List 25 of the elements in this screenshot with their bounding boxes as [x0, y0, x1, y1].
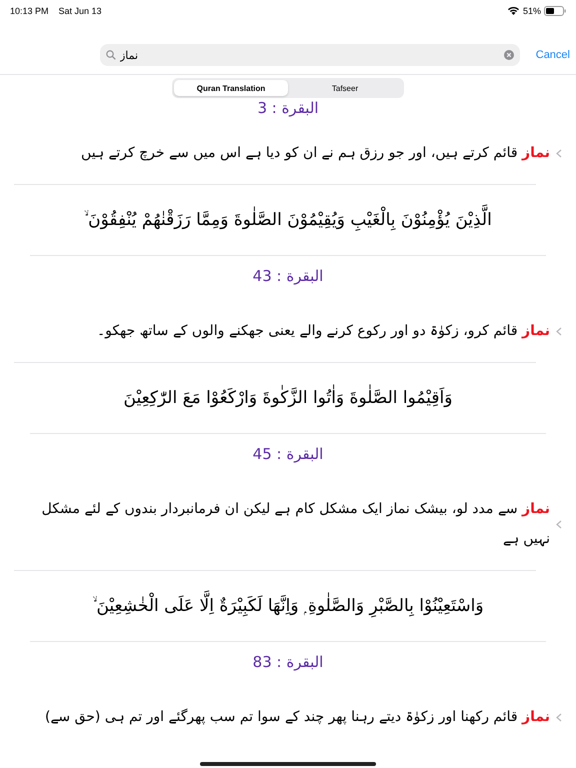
translation-text[interactable]: نماز قائم کرو، زکوٰۃ دو اور رکوع کرنے والے یعنی جھکنے والوں کے ساتھ جھکو۔ [14, 316, 550, 346]
status-date: Sat Jun 13 [58, 6, 102, 16]
chevron-icon [556, 520, 562, 528]
translation-text[interactable]: نماز سے مدد لو، بیشک نماز ایک مشکل کام ہے لیکن ان فرمانبردار بندوں کے لئے مشکل نہیں ہے [14, 494, 550, 554]
chevron-icon [556, 712, 562, 722]
verse-reference: البقرة : 45 [252, 444, 324, 464]
battery-icon [544, 6, 566, 16]
translation-text[interactable]: نماز قائم رکھنا اور زکوٰۃ دیتے رہنا پھر چند کے سوا تم سب پھرگئے اور تم ہی (حق سے) [14, 702, 550, 732]
arabic-verse: وَاَقِيْمُوا الصَّلٰوةَ وَاٰتُوا الزَّكٰوةَ وَارْكَعُوْا مَعَ الرّٰكِعِيْنَ [0, 363, 576, 433]
clear-icon[interactable] [504, 50, 514, 60]
translation-text[interactable]: نماز قائم کرتے ہیں، اور جو رزق ہم نے ان کو دیا ہے اس میں سے خرچ کرتے ہیں [14, 138, 550, 168]
chevron-icon [556, 326, 562, 336]
verse-reference: البقرة : 3 [257, 98, 319, 118]
arabic-verse: الَّذِيْنَ يُؤْمِنُوْنَ بِالْغَيْبِ وَيُقِيْمُوْنَ الصَّلٰوةَ وَمِمَّا رَزَقْنٰهُمْ يُنْفِقُوْنَ ۙ [0, 185, 576, 255]
verse-reference: البقرة : 83 [252, 652, 324, 672]
segment-tab[interactable]: Tafseer [288, 80, 402, 96]
status-time: 10:13 PM [10, 6, 49, 16]
wifi-icon [508, 7, 519, 15]
search-icon [106, 50, 116, 60]
cancel-button[interactable]: Cancel [536, 49, 570, 61]
arabic-verse: وَاسْتَعِيْنُوْا بِالصَّبْرِ وَالصَّلٰوةِ ۭ وَاِنَّهَا لَكَبِيْرَةٌ اِلَّا عَلَى الْخٰشِعِيْنَ ۙ [0, 571, 576, 641]
verse-reference: البقرة : 43 [252, 266, 324, 286]
battery-percent: 51% [522, 6, 541, 16]
segment-tab[interactable]: Quran Translation [174, 80, 288, 96]
chevron-icon [556, 148, 562, 158]
